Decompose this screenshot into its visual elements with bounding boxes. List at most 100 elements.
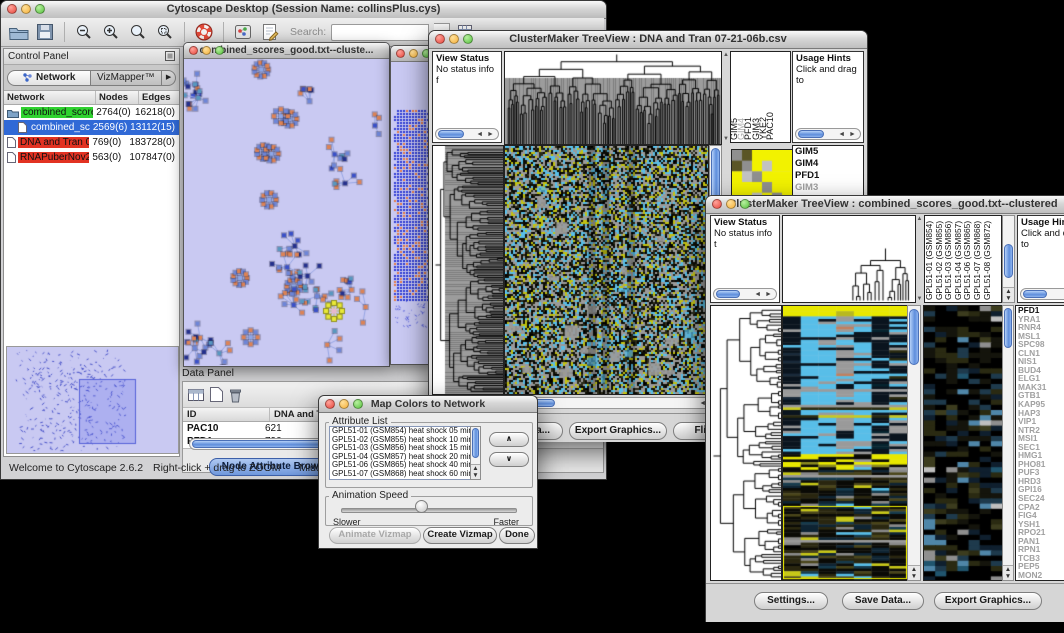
select-attributes-icon[interactable] [187,388,205,402]
scroll-arrows-icon[interactable]: ◄ ► [476,130,495,140]
minimize-button[interactable] [21,4,31,14]
scrollbar-thumb[interactable] [716,290,740,298]
zoom-button[interactable] [215,46,224,55]
heatmap-canvas[interactable] [504,145,709,395]
zoom-in-icon[interactable] [100,21,122,43]
dialog-button[interactable]: Done [499,527,535,544]
scroll-arrows-icon[interactable]: ▲▼ [908,565,920,580]
minimize-button[interactable] [409,49,418,58]
network-view-titlebar[interactable]: combined_scores_good.txt--cluste... [184,43,389,59]
scroll-arrows-icon[interactable]: ◄ ► [838,130,857,140]
minimize-button[interactable] [339,399,349,409]
column-id[interactable]: ID [183,408,270,421]
close-button[interactable] [7,4,17,14]
network-2-canvas[interactable] [391,62,431,363]
heatmap-vscrollbar[interactable]: ▲▼ [907,305,921,581]
zoom-actual-icon[interactable] [127,21,149,43]
network-tree-row[interactable]: DNA and Tran 07 769(0) 183728(0) [4,135,179,150]
network-tree-row[interactable]: combined_scores 2764(0) 16218(0) [4,105,179,120]
birdseye-view[interactable] [6,346,179,454]
column-dendrogram-canvas[interactable] [782,215,916,303]
view-status-scrollbar[interactable]: ◄ ► [435,128,499,140]
help-lifesaver-icon[interactable] [193,21,215,43]
scroll-up-icon[interactable]: ▲ [916,216,923,222]
column-label[interactable]: GPL51-08 (GSM872) [983,216,993,302]
minimize-button[interactable] [202,46,211,55]
treeview-button[interactable]: Export Graphics... [934,592,1042,610]
scrollbar-thumb[interactable] [1023,290,1047,298]
animation-speed-slider[interactable] [341,508,517,513]
close-button[interactable] [325,399,335,409]
zoom-out-icon[interactable] [73,21,95,43]
scrollbar-thumb[interactable] [798,130,824,138]
dialog-button[interactable]: Create Vizmap [423,527,497,544]
treeview2-titlebar[interactable]: ClusterMaker TreeView : combined_scores_… [706,196,1064,214]
scrollbar-thumb[interactable] [472,428,479,458]
zoom-fit-icon[interactable] [154,21,176,43]
vizmap-plugin-icon[interactable] [232,21,254,43]
scrollbar-thumb[interactable] [1004,308,1012,348]
close-button[interactable] [189,46,198,55]
column-label[interactable]: PAC10 [767,52,774,142]
new-attribute-icon[interactable] [210,387,223,402]
scroll-down-icon[interactable]: ▼ [722,136,730,142]
minimize-button[interactable] [449,34,459,44]
slider-thumb[interactable] [415,500,428,513]
network-tree-row[interactable]: combined_sco 2569(6) 13112(15) [4,120,179,135]
minimize-button[interactable] [726,199,736,209]
close-button[interactable] [712,199,722,209]
usage-hints-scrollbar[interactable]: ◄ ► [795,128,861,140]
delete-attribute-icon[interactable] [228,387,243,403]
column-nodes[interactable]: Nodes [96,91,139,104]
column-dendrogram-canvas[interactable] [504,51,722,145]
gene-label[interactable]: GIM5 [793,146,863,158]
zoom-button[interactable] [463,34,473,44]
gene-label[interactable]: GIM4 [793,158,863,170]
column-labels-scrollbar[interactable]: ▲▼ [1002,215,1015,303]
treeview-button[interactable]: Export Graphics... [569,422,667,440]
scrollbar-thumb[interactable] [909,309,919,365]
dialog-titlebar[interactable]: Map Colors to Network [319,396,537,413]
move-attribute-up-button[interactable]: ∧ [489,432,529,447]
gene-label[interactable]: PFD1 [793,170,863,182]
dendrogram-scroll-strip[interactable]: ▲▼ [916,215,923,303]
tab-overflow-button[interactable]: ▶ [162,70,176,86]
treeview-button[interactable]: Save Data... [842,592,924,610]
zoom-button[interactable] [35,4,45,14]
network-canvas[interactable] [184,59,387,365]
row-dendrogram-canvas[interactable] [710,305,782,581]
dialog-button[interactable]: Animate Vizmap [329,527,421,544]
scrollbar-thumb[interactable] [1004,244,1013,278]
treeview1-titlebar[interactable]: ClusterMaker TreeView : DNA and Tran 07-… [429,31,867,49]
network-tree-row[interactable]: RNAPuberNov2+ 563(0) 107847(0) [4,150,179,165]
column-edges[interactable]: Edges [139,91,179,104]
tab-network[interactable]: Network [7,70,91,86]
scroll-down-icon[interactable]: ▼ [916,296,923,302]
treeview-button[interactable]: Settings... [754,592,828,610]
gene-label[interactable]: GIM3 [793,182,863,194]
heatmap-canvas[interactable] [782,305,908,581]
scroll-arrows-icon[interactable]: ◄ ► [754,290,773,300]
scroll-arrows-icon[interactable]: ▲▼ [1003,287,1014,302]
view-status-scrollbar[interactable]: ◄ ► [713,288,777,300]
open-file-icon[interactable] [7,21,29,43]
annotation-icon[interactable] [259,21,281,43]
column-network[interactable]: Network [4,91,96,104]
save-icon[interactable] [34,21,56,43]
move-attribute-down-button[interactable]: ∨ [489,452,529,467]
search-input[interactable] [331,24,429,41]
scrollbar-thumb[interactable] [438,130,464,138]
tab-vizmapper[interactable]: VizMapper™ [91,70,163,86]
zoom-button[interactable] [353,399,363,409]
usage-hints-scrollbar[interactable] [1020,288,1064,300]
scroll-arrows-icon[interactable]: ▲▼ [471,464,480,479]
scroll-up-icon[interactable]: ▲ [722,52,730,58]
float-panel-icon[interactable] [165,51,175,66]
main-titlebar[interactable]: Cytoscape Desktop (Session Name: collins… [1,1,606,19]
dendrogram-scroll-strip[interactable]: ▲▼ [722,51,730,143]
zoom-button[interactable] [740,199,750,209]
close-button[interactable] [435,34,445,44]
gene-label[interactable]: MON2 [1016,571,1064,580]
close-button[interactable] [396,49,405,58]
network-view-2-titlebar[interactable] [391,46,433,62]
